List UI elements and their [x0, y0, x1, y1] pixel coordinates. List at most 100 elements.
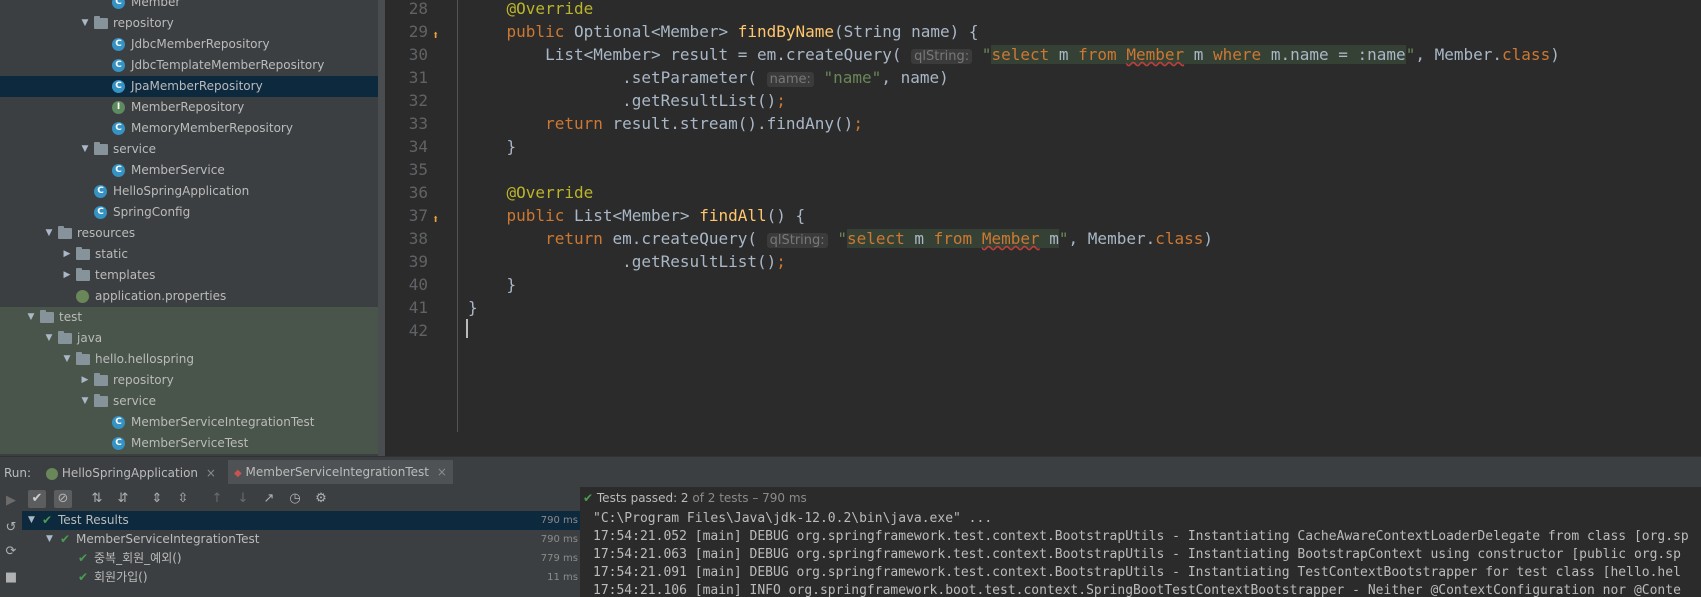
code-line[interactable]: 34 }	[388, 135, 1701, 158]
next-test-icon[interactable]: ↓	[234, 490, 252, 508]
code-line[interactable]: 35	[388, 158, 1701, 181]
code-line[interactable]: 31 .setParameter( name: "name", name)	[388, 66, 1701, 89]
passed-check-icon: ✔	[42, 513, 53, 527]
tree-item-label: MemoryMemberRepository	[131, 121, 293, 135]
tab-hellospringapplication[interactable]: HelloSpringApplication ×	[46, 464, 216, 482]
tree-item[interactable]: C MemoryMemberRepository	[0, 118, 378, 139]
tree-item[interactable]: ▼ service	[0, 391, 378, 412]
code-line[interactable]: 37 ⬆ public List<Member> findAll() {	[388, 204, 1701, 227]
stop-icon[interactable]: ■	[2, 569, 20, 587]
expanded-arrow-icon[interactable]: ▼	[46, 530, 53, 549]
expanded-arrow-icon[interactable]: ▼	[44, 328, 54, 349]
interface-icon: I	[112, 101, 125, 114]
code-line[interactable]: 30 List<Member> result = em.createQuery(…	[388, 43, 1701, 66]
tree-item[interactable]: ▶ repository	[0, 370, 378, 391]
code-line[interactable]: 39 .getResultList();	[388, 250, 1701, 273]
previous-test-icon[interactable]: ↑	[208, 490, 226, 508]
code-editor[interactable]: 28 @Override 29 ⬆ public Optional<Member> …	[388, 0, 1701, 432]
tree-item[interactable]: application.properties	[0, 286, 378, 307]
tab-memberserviceintegrationtest[interactable]: ◆ MemberServiceIntegrationTest ×	[228, 460, 453, 484]
test-result-row[interactable]: ▼ ✔ MemberServiceIntegrationTest 790 ms	[22, 530, 580, 549]
tree-item-label: static	[95, 247, 128, 261]
test-result-row[interactable]: ▼ ✔ Test Results 790 ms	[22, 511, 580, 530]
code-line[interactable]: 42	[388, 319, 1701, 342]
expanded-arrow-icon[interactable]: ▼	[80, 13, 90, 34]
code-line[interactable]: 29 ⬆ public Optional<Member> findByName(S…	[388, 20, 1701, 43]
tree-item-label: JpaMemberRepository	[131, 79, 263, 93]
test-run-icon: ◆	[234, 468, 242, 479]
collapsed-arrow-icon[interactable]: ▶	[80, 370, 90, 391]
code-text: @Override	[506, 183, 594, 202]
show-ignored-icon[interactable]: ⊘	[54, 490, 72, 508]
expanded-arrow-icon[interactable]: ▼	[28, 511, 35, 530]
tree-item-label: test	[59, 310, 83, 324]
expand-all-icon[interactable]: ⇕	[148, 490, 166, 508]
passed-check-icon: ✔	[583, 491, 594, 505]
code-line[interactable]: 28 @Override	[388, 0, 1701, 20]
tree-item[interactable]: I MemberRepository	[0, 97, 378, 118]
test-name: MemberServiceIntegrationTest	[76, 532, 260, 546]
toggle-autotest-icon[interactable]: ⟳	[2, 543, 20, 561]
tree-item[interactable]: ▼ resources	[0, 223, 378, 244]
code-text: return em.createQuery( qlString: "select…	[545, 229, 1214, 248]
collapse-all-icon[interactable]: ⇳	[174, 490, 192, 508]
class-icon: C	[112, 80, 125, 93]
expanded-arrow-icon[interactable]: ▼	[26, 307, 36, 328]
collapsed-arrow-icon[interactable]: ▶	[62, 244, 72, 265]
tree-item[interactable]: C JdbcMemberRepository	[0, 34, 378, 55]
tree-item[interactable]: ▼ repository	[0, 13, 378, 34]
expanded-arrow-icon[interactable]: ▼	[44, 223, 54, 244]
code-line[interactable]: 32 .getResultList();	[388, 89, 1701, 112]
collapsed-arrow-icon[interactable]: ▶	[62, 265, 72, 286]
sort-alpha-icon[interactable]: ⇅	[88, 490, 106, 508]
rerun-failed-icon[interactable]: ↺	[2, 519, 20, 537]
line-number: 35	[408, 160, 428, 179]
code-line[interactable]: 38 return em.createQuery( qlString: "sel…	[388, 227, 1701, 250]
tree-item-label: Member	[131, 0, 181, 9]
close-icon[interactable]: ×	[206, 466, 216, 480]
tree-item[interactable]: ▼ test	[0, 307, 378, 328]
test-result-row[interactable]: ✔ 중복_회원_예외() 779 ms	[22, 549, 580, 568]
tree-item[interactable]: C MemberService	[0, 160, 378, 181]
tree-item[interactable]: C SpringConfig	[0, 202, 378, 223]
tree-item-label: hello.hellospring	[95, 352, 194, 366]
tree-item[interactable]: ▼ service	[0, 139, 378, 160]
expanded-arrow-icon[interactable]: ▼	[80, 139, 90, 160]
console-output[interactable]: "C:\Program Files\Java\jdk-12.0.2\bin\ja…	[581, 511, 1701, 597]
tree-item[interactable]: ▼ java	[0, 328, 378, 349]
settings-gear-icon[interactable]: ⚙	[312, 490, 330, 508]
tree-item-label: service	[113, 394, 156, 408]
tree-item-label: MemberServiceIntegrationTest	[131, 415, 315, 429]
passed-check-icon: ✔	[78, 570, 89, 584]
text-caret	[466, 319, 468, 338]
rerun-icon[interactable]: ▶	[2, 492, 20, 510]
class-icon: C	[112, 59, 125, 72]
history-icon[interactable]: ◷	[286, 490, 304, 508]
code-line[interactable]: 36 @Override	[388, 181, 1701, 204]
tree-item[interactable]: C HelloSpringApplication	[0, 181, 378, 202]
expanded-arrow-icon[interactable]: ▼	[80, 391, 90, 412]
code-line[interactable]: 33 return result.stream().findAny();	[388, 112, 1701, 135]
tree-item[interactable]: ▶ templates	[0, 265, 378, 286]
expanded-arrow-icon[interactable]: ▼	[62, 349, 72, 370]
console-line: 17:54:21.106 [main] INFO org.springframe…	[593, 583, 1681, 597]
test-result-row[interactable]: ✔ 회원가입() 11 ms	[22, 568, 580, 587]
tree-item[interactable]: ▼ hello.hellospring	[0, 349, 378, 370]
show-passed-icon[interactable]: ✔	[28, 490, 46, 508]
implements-method-icon[interactable]: ⬆	[432, 208, 446, 226]
tree-item[interactable]: C JpaMemberRepository	[0, 76, 378, 97]
close-icon[interactable]: ×	[437, 465, 447, 479]
tree-item[interactable]: C MemberServiceIntegrationTest	[0, 412, 378, 433]
tree-item[interactable]: ▶ static	[0, 244, 378, 265]
tree-item[interactable]: C MemberServiceTest	[0, 433, 378, 454]
sort-duration-icon[interactable]: ⇵	[114, 490, 132, 508]
code-line[interactable]: 40 }	[388, 273, 1701, 296]
tree-item[interactable]: C JdbcTemplateMemberRepository	[0, 55, 378, 76]
tree-item[interactable]: C Member	[0, 0, 378, 13]
tree-scrollbar[interactable]	[378, 0, 385, 456]
test-duration: 790 ms	[540, 534, 578, 545]
implements-method-icon[interactable]: ⬆	[432, 24, 446, 42]
status-count: 2	[680, 491, 689, 505]
export-icon[interactable]: ↗	[260, 490, 278, 508]
code-line[interactable]: 41}	[388, 296, 1701, 319]
